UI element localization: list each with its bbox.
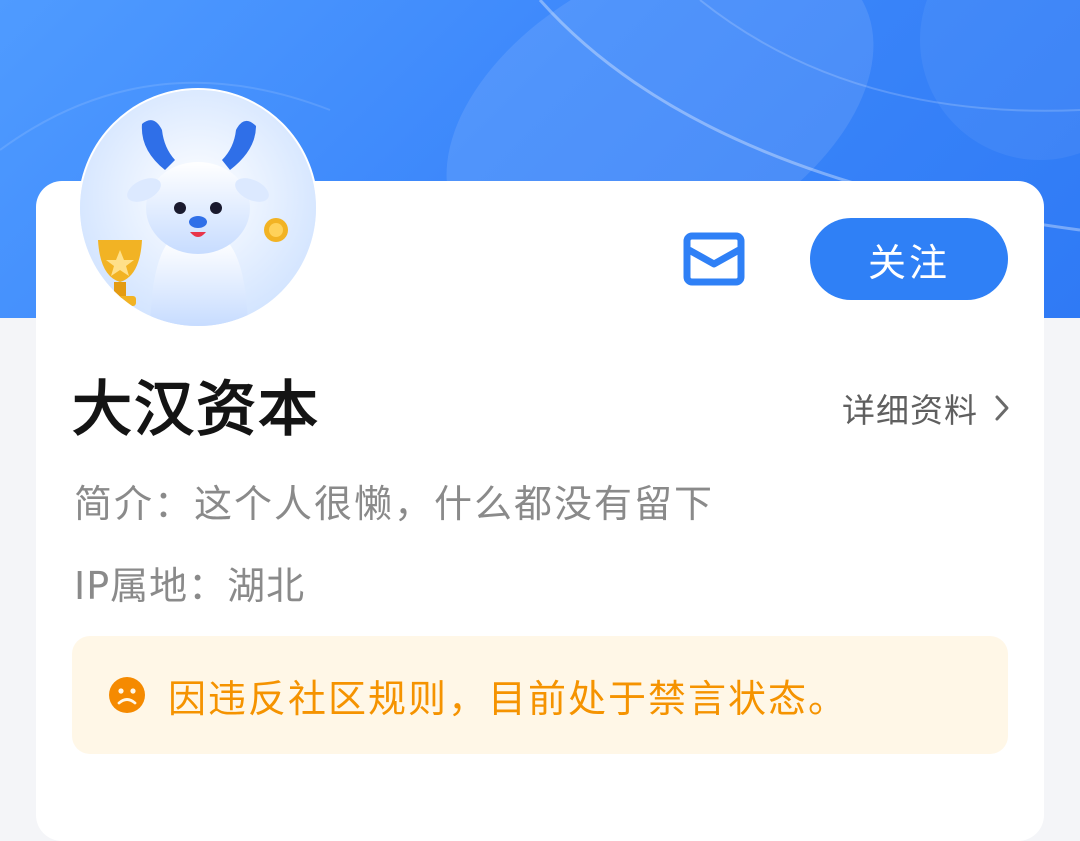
- envelope-icon: [683, 232, 745, 286]
- profile-bio: 简介：这个人很懒，什么都没有留下: [74, 482, 715, 526]
- deer-mascot-image: [80, 90, 316, 326]
- ip-location: IP属地：湖北: [74, 564, 306, 608]
- mute-notice-banner: 因违反社区规则，目前处于禁言状态。: [72, 636, 1008, 754]
- avatar[interactable]: [78, 88, 318, 328]
- profile-name: 大汉资本: [72, 375, 320, 445]
- message-button[interactable]: [680, 230, 748, 288]
- mute-notice-text: 因违反社区规则，目前处于禁言状态。: [168, 676, 849, 721]
- detail-info-link[interactable]: 详细资料: [842, 384, 1010, 432]
- chevron-right-icon: [994, 394, 1010, 422]
- sad-face-icon: [109, 677, 145, 713]
- follow-button[interactable]: 关注: [810, 218, 1008, 300]
- detail-info-label: 详细资料: [842, 391, 978, 430]
